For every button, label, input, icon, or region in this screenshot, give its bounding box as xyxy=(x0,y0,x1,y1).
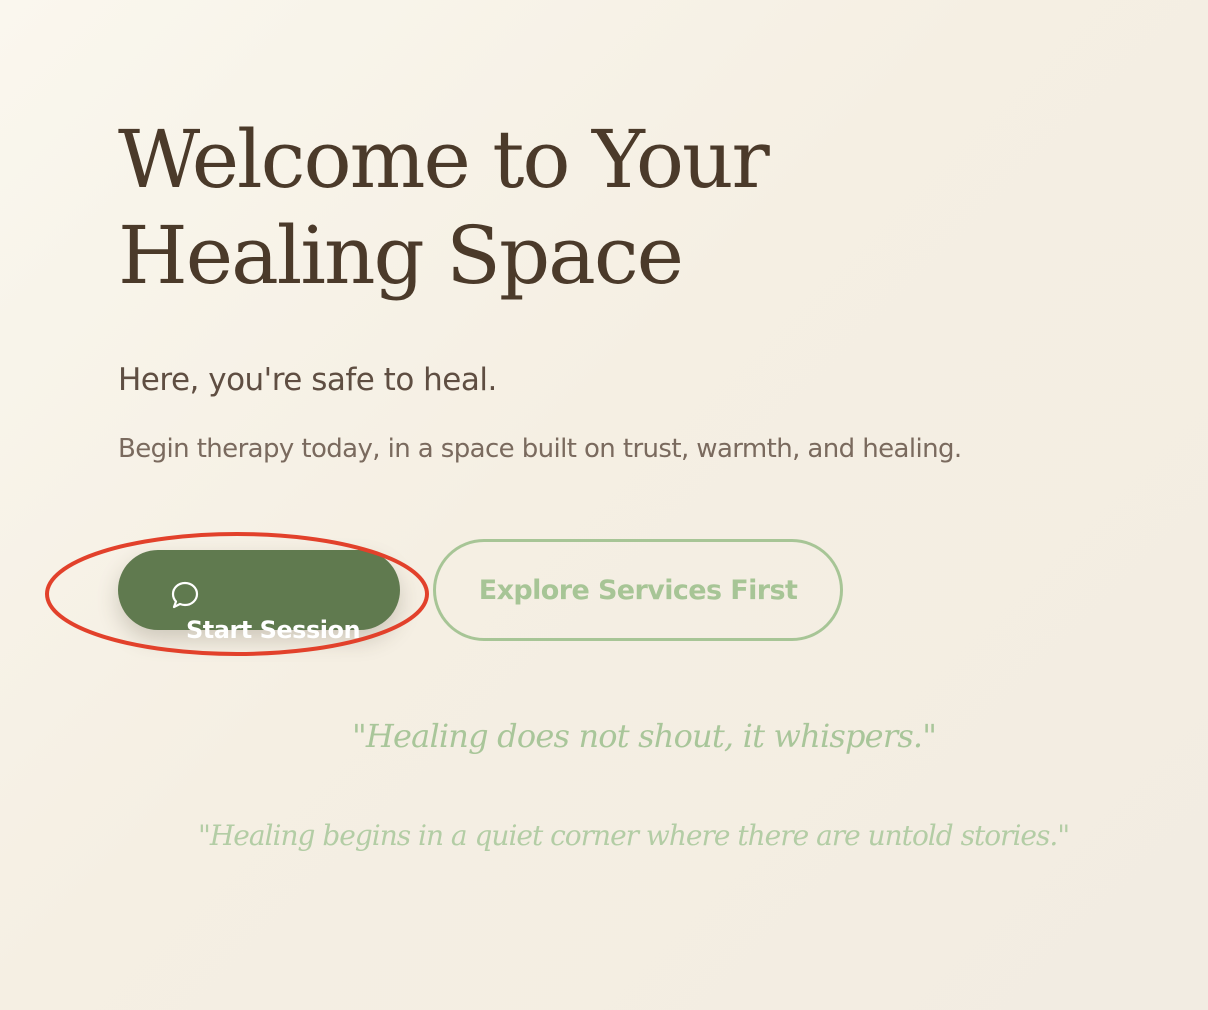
hero-subtitle: Here, you're safe to heal. xyxy=(118,362,497,398)
quote-whispers: "Healing does not shout, it whispers." xyxy=(352,717,937,755)
hero-description: Begin therapy today, in a space built on… xyxy=(118,434,962,464)
quote-quiet-corner: "Healing begins in a quiet corner where … xyxy=(198,819,1070,852)
hero-title-line-1: Welcome to Your xyxy=(118,113,770,206)
hero-title: Welcome to Your Healing Space xyxy=(118,112,1018,304)
hero-section: Welcome to Your Healing Space Here, you'r… xyxy=(0,0,1208,1010)
chat-bubble-icon xyxy=(171,581,199,609)
start-session-label: Start Session xyxy=(186,616,361,644)
start-session-button[interactable]: Start Session xyxy=(118,550,400,644)
explore-services-button[interactable]: Explore Services First xyxy=(433,539,843,641)
hero-title-line-2: Healing Space xyxy=(118,209,684,302)
